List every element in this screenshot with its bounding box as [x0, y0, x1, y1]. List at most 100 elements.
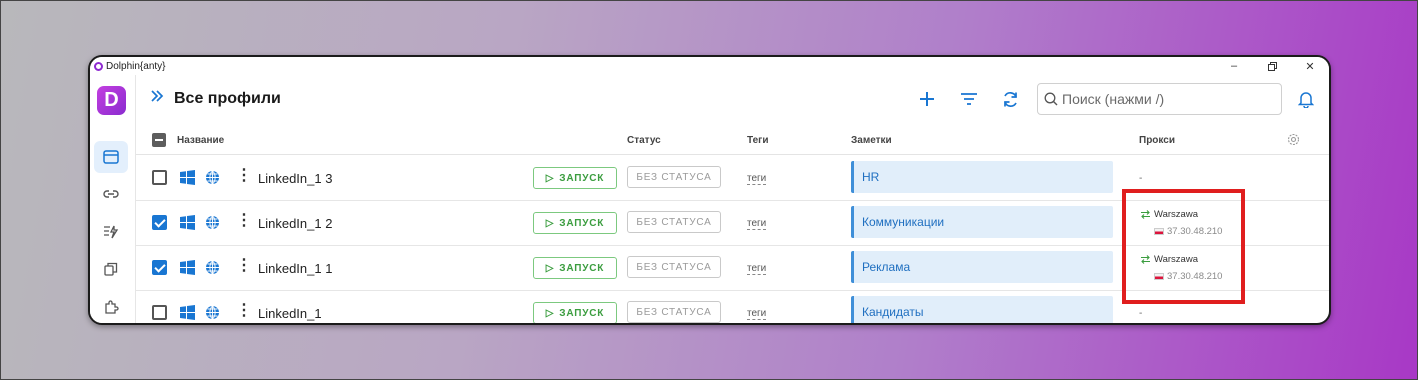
search-box[interactable]: [1037, 83, 1282, 115]
copy-icon: [104, 262, 118, 276]
tags-link[interactable]: теги: [747, 173, 767, 185]
launch-button[interactable]: ▷ ЗАПУСК: [533, 257, 617, 279]
title-bar: Dolphin{anty} – ✕: [90, 57, 1329, 75]
select-all-checkbox[interactable]: [152, 133, 166, 147]
play-icon: ▷: [545, 307, 555, 319]
page-header: Все профили: [136, 75, 1329, 125]
status-badge[interactable]: БЕЗ СТАТУСА: [627, 211, 721, 233]
row-checkbox[interactable]: [152, 305, 167, 320]
window-title: Dolphin{anty}: [106, 60, 166, 72]
filter-button[interactable]: [958, 88, 980, 110]
table-row[interactable]: ⋮ LinkedIn_1 ▷ ЗАПУСК БЕЗ СТАТУСА теги Ка…: [136, 291, 1329, 323]
sidebar-item-automation[interactable]: [94, 216, 128, 248]
notes-cell[interactable]: Реклама: [851, 251, 1113, 283]
swap-arrows-icon: [1141, 255, 1150, 264]
proxy-city: Warszawa: [1154, 209, 1198, 220]
launch-button[interactable]: ▷ ЗАПУСК: [533, 212, 617, 234]
windows-icon: [180, 260, 195, 275]
status-badge[interactable]: БЕЗ СТАТУСА: [627, 256, 721, 278]
windows-icon: [180, 305, 195, 320]
row-checkbox[interactable]: [152, 260, 167, 275]
settings-gear-icon[interactable]: [1287, 133, 1300, 146]
launch-button[interactable]: ▷ ЗАПУСК: [533, 167, 617, 189]
page-title: Все профили: [174, 90, 281, 107]
app-icon: [94, 61, 103, 71]
row-checkbox[interactable]: [152, 215, 167, 230]
filter-icon: [961, 93, 977, 105]
profile-name[interactable]: LinkedIn_1 3: [258, 171, 332, 186]
app-window: Dolphin{anty} – ✕ D Все профили Поиск (н…: [88, 55, 1331, 325]
proxy-ip: 37.30.48.210: [1167, 271, 1223, 282]
puzzle-icon: [105, 300, 119, 314]
main-area: Все профили Название Статус Теги З: [136, 75, 1329, 323]
proxy-empty: -: [1139, 308, 1143, 319]
play-icon: ▷: [545, 217, 555, 229]
globe-icon: [206, 170, 219, 185]
search-input[interactable]: [1062, 91, 1262, 107]
close-button[interactable]: ✕: [1291, 57, 1329, 75]
row-menu-icon[interactable]: ⋮: [236, 303, 252, 319]
swap-arrows-icon: [1141, 210, 1150, 219]
column-name[interactable]: Название: [177, 135, 224, 146]
automation-icon: [104, 225, 119, 239]
globe-icon: [206, 215, 219, 230]
restore-icon: [1267, 61, 1277, 71]
table-row[interactable]: ⋮ LinkedIn_1 3 ▷ ЗАПУСК БЕЗ СТАТУСА теги …: [136, 156, 1329, 201]
refresh-button[interactable]: [999, 88, 1021, 110]
sidebar-item-copy[interactable]: [94, 253, 128, 285]
app-logo[interactable]: D: [97, 86, 126, 115]
status-badge[interactable]: БЕЗ СТАТУСА: [627, 166, 721, 188]
poland-flag-icon: [1154, 228, 1164, 235]
globe-icon: [206, 305, 219, 320]
column-status[interactable]: Статус: [627, 135, 661, 146]
play-icon: ▷: [545, 172, 555, 184]
row-menu-icon[interactable]: ⋮: [236, 168, 252, 184]
profile-name[interactable]: LinkedIn_1 1: [258, 261, 332, 276]
status-badge[interactable]: БЕЗ СТАТУСА: [627, 301, 721, 323]
notifications-button[interactable]: [1295, 88, 1317, 110]
column-proxy[interactable]: Прокси: [1139, 135, 1175, 146]
proxy-ip: 37.30.48.210: [1167, 226, 1223, 237]
windows-icon: [180, 215, 195, 230]
launch-button[interactable]: ▷ ЗАПУСК: [533, 302, 617, 323]
search-icon: [1044, 92, 1058, 106]
proxy-empty: -: [1139, 173, 1143, 184]
minimize-button[interactable]: –: [1215, 57, 1253, 75]
proxy-city: Warszawa: [1154, 254, 1198, 265]
bell-icon: [1298, 92, 1314, 108]
profile-name[interactable]: LinkedIn_1 2: [258, 216, 332, 231]
table-row[interactable]: ⋮ LinkedIn_1 1 ▷ ЗАПУСК БЕЗ СТАТУСА теги …: [136, 246, 1329, 291]
notes-cell[interactable]: HR: [851, 161, 1113, 193]
sidebar-item-proxies[interactable]: [94, 178, 128, 210]
tags-link[interactable]: теги: [747, 263, 767, 275]
window-controls: – ✕: [1215, 57, 1329, 75]
row-menu-icon[interactable]: ⋮: [236, 258, 252, 274]
tags-link[interactable]: теги: [747, 218, 767, 230]
plus-icon: [920, 92, 934, 106]
windows-icon: [180, 170, 195, 185]
add-profile-button[interactable]: [916, 88, 938, 110]
browser-window-icon: [103, 150, 119, 164]
double-chevron-right-icon[interactable]: [150, 89, 164, 103]
restore-button[interactable]: [1253, 57, 1291, 75]
column-tags[interactable]: Теги: [747, 135, 768, 146]
row-checkbox[interactable]: [152, 170, 167, 185]
refresh-icon: [1003, 91, 1017, 107]
sidebar-item-profiles[interactable]: [94, 141, 128, 173]
notes-cell[interactable]: Кандидаты: [851, 296, 1113, 323]
column-notes[interactable]: Заметки: [851, 135, 892, 146]
tags-link[interactable]: теги: [747, 308, 767, 320]
globe-icon: [206, 260, 219, 275]
row-menu-icon[interactable]: ⋮: [236, 213, 252, 229]
poland-flag-icon: [1154, 273, 1164, 280]
play-icon: ▷: [545, 262, 555, 274]
proxy-cell[interactable]: Warszawa 37.30.48.210: [1140, 254, 1222, 282]
sidebar-item-extensions[interactable]: [94, 291, 128, 323]
sidebar: D: [90, 75, 136, 323]
table-row[interactable]: ⋮ LinkedIn_1 2 ▷ ЗАПУСК БЕЗ СТАТУСА теги …: [136, 201, 1329, 246]
table-header: Название Статус Теги Заметки Прокси: [136, 125, 1329, 155]
profile-name[interactable]: LinkedIn_1: [258, 306, 322, 321]
link-icon: [103, 190, 119, 198]
notes-cell[interactable]: Коммуникации: [851, 206, 1113, 238]
proxy-cell[interactable]: Warszawa 37.30.48.210: [1140, 209, 1222, 237]
